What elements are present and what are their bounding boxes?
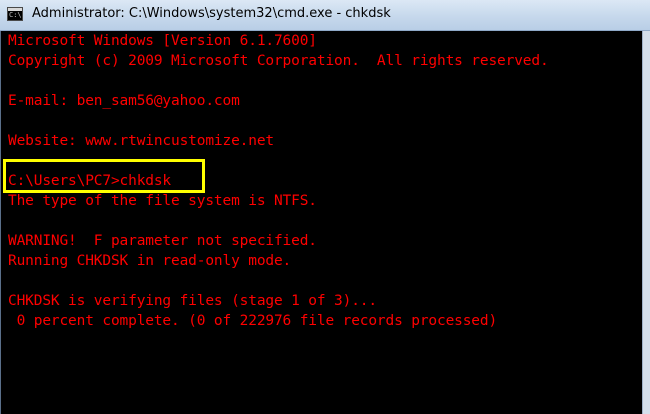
console-line-copyright: Copyright (c) 2009 Microsoft Corporation… [8,53,549,69]
cmd-icon[interactable]: C:\ [7,7,23,21]
console-output[interactable]: Microsoft Windows [Version 6.1.7600] Cop… [0,31,644,414]
console-line-stage: CHKDSK is verifying files (stage 1 of 3)… [8,293,377,309]
cmd-window: C:\ Administrator: C:\Windows\system32\c… [0,0,650,414]
console-line-website: Website: www.rtwincustomize.net [8,133,274,149]
vertical-scrollbar[interactable] [642,31,650,414]
window-title: Administrator: C:\Windows\system32\cmd.e… [32,6,391,21]
console-line-readonly: Running CHKDSK in read-only mode. [8,253,292,269]
console-line-version: Microsoft Windows [Version 6.1.7600] [8,33,317,49]
title-bar[interactable]: C:\ Administrator: C:\Windows\system32\c… [0,0,650,31]
command-highlight-box [3,159,205,193]
console-line-filesystem: The type of the file system is NTFS. [8,193,317,209]
cmd-icon-glyph: C:\ [9,11,22,19]
console-line-warning: WARNING! F parameter not specified. [8,233,317,249]
console-line-progress: 0 percent complete. (0 of 222976 file re… [8,313,498,329]
console-line-email: E-mail: ben_sam56@yahoo.com [8,93,240,109]
